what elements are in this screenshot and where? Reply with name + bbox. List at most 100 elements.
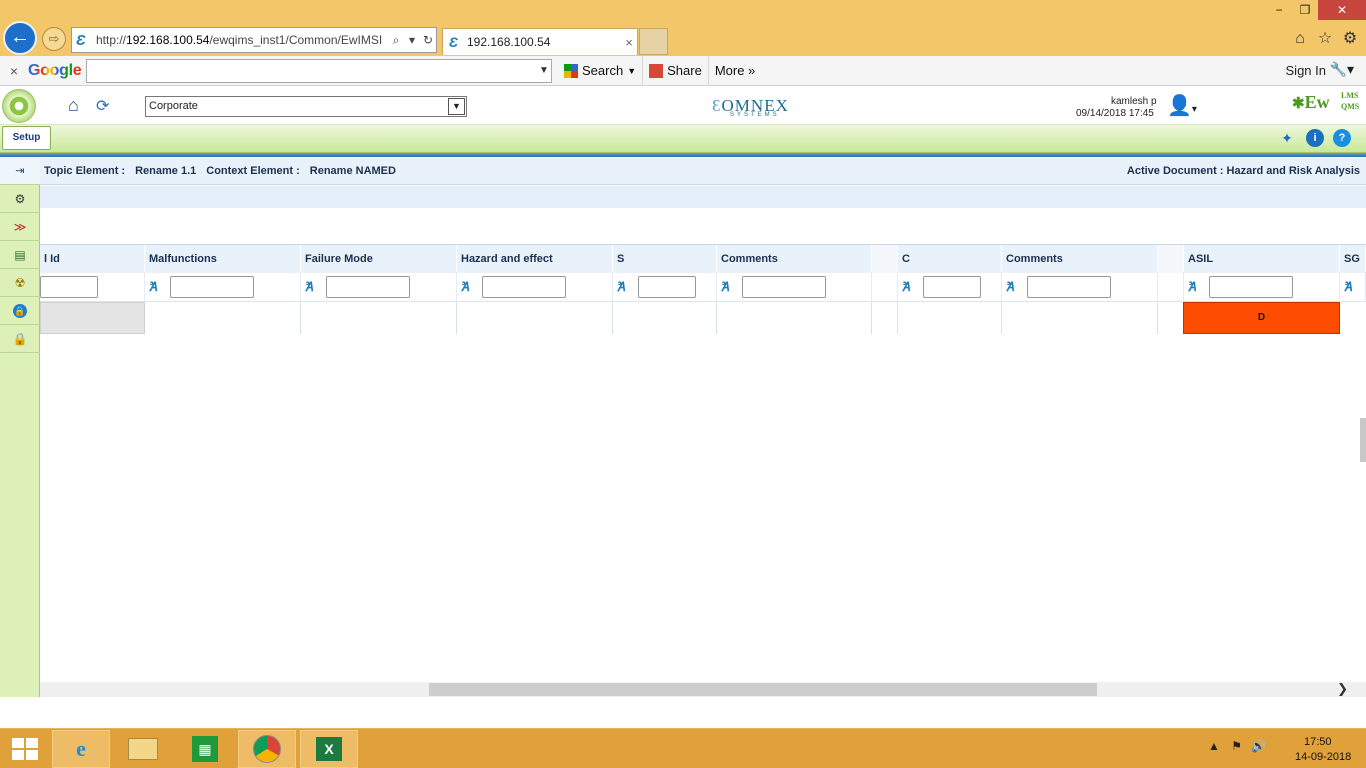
home-icon[interactable]: ⌂: [1289, 28, 1311, 50]
filter-cell-comments: Ꞻ: [717, 272, 872, 302]
user-login-date: 09/14/2018 17:45: [1076, 108, 1154, 119]
horizontal-scroll-thumb[interactable]: [429, 683, 1097, 696]
help-icon[interactable]: ?: [1333, 129, 1351, 147]
sidebar-settings-icon[interactable]: ⚙: [0, 185, 40, 213]
filter-input-s[interactable]: [638, 276, 696, 298]
filter-input-failure-mode[interactable]: [326, 276, 410, 298]
filter-icon[interactable]: Ꞻ: [722, 280, 735, 293]
user-avatar-icon[interactable]: 👤▾: [1167, 93, 1197, 118]
column-header-spacer-2: [1158, 245, 1184, 273]
filter-input-id[interactable]: [40, 276, 98, 298]
pin-icon[interactable]: ✦: [1278, 129, 1296, 147]
tab-setup[interactable]: Setup: [2, 126, 51, 150]
filter-icon[interactable]: Ꞻ: [1189, 280, 1202, 293]
filter-icon[interactable]: Ꞻ: [903, 280, 916, 293]
google-share-button[interactable]: Share: [643, 55, 709, 86]
tab-close-icon[interactable]: ×: [621, 35, 637, 50]
chevron-down-icon[interactable]: ▼: [537, 65, 551, 76]
new-tab-button[interactable]: [639, 28, 668, 55]
address-bar[interactable]: Ɛ http://192.168.100.54/ewqims_inst1/Com…: [71, 27, 437, 53]
back-button[interactable]: ←: [3, 21, 37, 55]
sidebar-lock-icon[interactable]: 🔒: [0, 297, 40, 325]
app-refresh-icon[interactable]: ⟳: [96, 96, 109, 116]
forward-button[interactable]: ⇨: [42, 27, 66, 51]
sidebar-padlock-icon[interactable]: 🔒: [0, 325, 40, 353]
column-header-sg[interactable]: SG: [1340, 245, 1366, 273]
favorites-star-icon[interactable]: ☆: [1314, 28, 1336, 50]
column-header-comments-2[interactable]: Comments: [1002, 245, 1158, 273]
clock-time[interactable]: 17:50: [1304, 736, 1332, 748]
google-signin-link[interactable]: Sign In: [1286, 63, 1326, 78]
cell-c[interactable]: [898, 302, 1002, 334]
filter-input-comments-2[interactable]: [1027, 276, 1111, 298]
toolbar-close-icon[interactable]: ×: [0, 63, 28, 79]
wrench-icon[interactable]: 🔧▾: [1330, 61, 1354, 78]
column-header-asil[interactable]: ASIL: [1184, 245, 1340, 273]
filter-input-comments[interactable]: [742, 276, 826, 298]
filter-icon[interactable]: Ꞻ: [1007, 280, 1020, 293]
sidebar-table-icon[interactable]: ▤: [0, 241, 40, 269]
chevron-down-icon[interactable]: ▼: [448, 98, 465, 115]
filter-icon[interactable]: Ꞻ: [306, 280, 319, 293]
tray-flag-icon[interactable]: ⚑: [1231, 739, 1242, 753]
filter-input-hazard-effect[interactable]: [482, 276, 566, 298]
refresh-icon[interactable]: ↻: [420, 33, 436, 47]
column-header-failure-mode[interactable]: Failure Mode: [301, 245, 457, 273]
user-name: kamlesh p: [1111, 96, 1157, 107]
window-minimize-button[interactable]: −: [1266, 0, 1292, 20]
filter-input-malfunctions[interactable]: [170, 276, 254, 298]
google-search-input[interactable]: ▼: [86, 58, 552, 83]
cell-comments[interactable]: [717, 302, 872, 334]
google-search-button[interactable]: Search ▼: [558, 55, 644, 86]
table-row[interactable]: D: [40, 302, 1366, 334]
column-header-c[interactable]: C: [898, 245, 1002, 273]
sidebar-layers-icon[interactable]: ≫: [0, 213, 40, 241]
window-close-button[interactable]: ✕: [1318, 0, 1366, 20]
sidebar-hazard-icon[interactable]: ☢: [0, 269, 40, 297]
tray-chevron-up-icon[interactable]: ▲: [1208, 739, 1220, 753]
search-icon[interactable]: ⌕: [388, 33, 404, 48]
taskbar-chrome-icon[interactable]: [238, 730, 296, 768]
taskbar-ie-icon[interactable]: e: [52, 730, 110, 768]
app-home-icon[interactable]: ⌂: [68, 95, 79, 116]
taskbar-excel-icon[interactable]: X: [300, 730, 358, 768]
filter-icon[interactable]: Ꞻ: [462, 280, 475, 293]
sidebar-collapse-icon[interactable]: ⇥: [0, 157, 40, 185]
cell-id[interactable]: [40, 302, 145, 334]
address-url: http://192.168.100.54/ewqims_inst1/Commo…: [96, 33, 383, 47]
filter-icon[interactable]: Ꞻ: [1345, 280, 1358, 293]
filter-icon[interactable]: Ꞻ: [150, 280, 163, 293]
cell-asil[interactable]: D: [1183, 302, 1340, 334]
cell-hazard-effect[interactable]: [457, 302, 613, 334]
column-header-s[interactable]: S: [613, 245, 717, 273]
column-header-id[interactable]: l Id: [40, 245, 145, 273]
cell-failure-mode[interactable]: [301, 302, 457, 334]
column-header-comments[interactable]: Comments: [717, 245, 872, 273]
dropdown-icon[interactable]: ▾: [404, 33, 420, 47]
window-maximize-button[interactable]: ❐: [1292, 0, 1318, 20]
settings-gear-icon[interactable]: ⚙: [1339, 28, 1361, 50]
column-header-malfunctions[interactable]: Malfunctions: [145, 245, 301, 273]
google-more-button[interactable]: More »: [709, 56, 761, 86]
info-icon[interactable]: i: [1306, 129, 1324, 147]
tray-speaker-icon[interactable]: 🔊: [1251, 739, 1266, 753]
cell-malfunctions[interactable]: [145, 302, 301, 334]
browser-tab[interactable]: Ɛ 192.168.100.54 ×: [442, 28, 638, 55]
filter-icon[interactable]: Ꞻ: [618, 280, 631, 293]
company-select[interactable]: Corporate ▼: [145, 96, 467, 117]
clock-date[interactable]: 14-09-2018: [1295, 751, 1351, 763]
taskbar-explorer-icon[interactable]: [114, 730, 172, 768]
context-element-value: Rename NAMED: [309, 165, 396, 177]
horizontal-scrollbar[interactable]: ❯: [40, 681, 1366, 697]
filter-input-c[interactable]: [923, 276, 981, 298]
system-tray[interactable]: ▲ ⚑ 🔊: [1208, 739, 1266, 753]
scroll-right-icon[interactable]: ❯: [1337, 681, 1348, 697]
filter-input-asil[interactable]: [1209, 276, 1293, 298]
windows-start-icon[interactable]: [12, 738, 38, 760]
cell-s[interactable]: [613, 302, 717, 334]
taskbar-store-icon[interactable]: ▦: [176, 730, 234, 768]
vertical-scroll-thumb[interactable]: [1360, 418, 1366, 462]
cell-comments-2[interactable]: [1002, 302, 1158, 334]
column-header-hazard-effect[interactable]: Hazard and effect: [457, 245, 613, 273]
app-logo-icon[interactable]: [2, 89, 36, 123]
